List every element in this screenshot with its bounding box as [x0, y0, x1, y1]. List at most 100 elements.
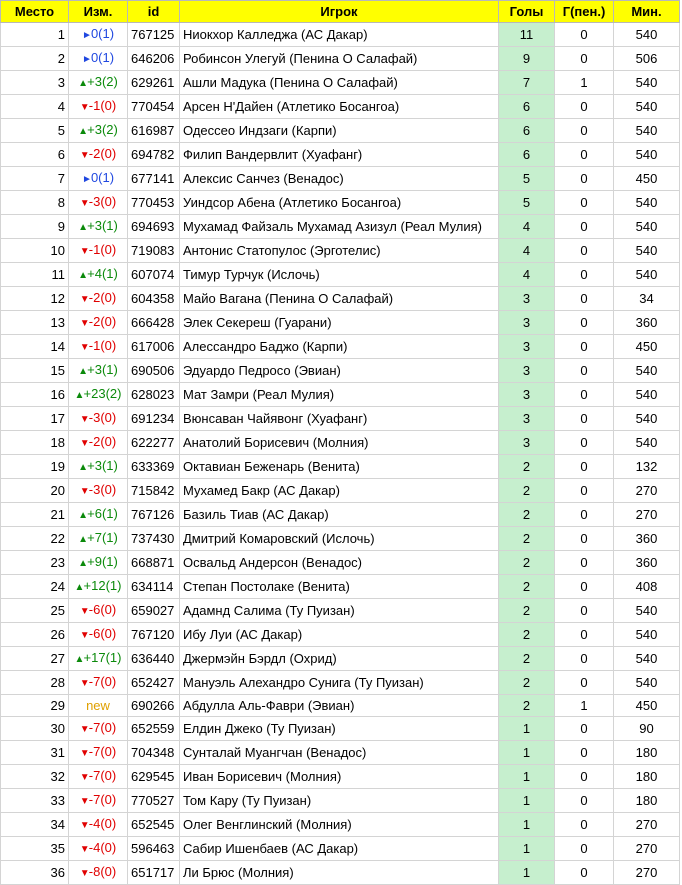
table-row[interactable]: 5 ▲+3(2) 616987 Одессео Индзаги (Карпи) 6 0 54… — [0, 118, 680, 143]
change-cell[interactable]: ▲+12(1) — [68, 574, 128, 599]
id-cell[interactable]: 616987 — [127, 118, 180, 143]
goals-cell[interactable]: 6 — [498, 94, 555, 119]
player-cell[interactable]: Джермэйн Бэрдл (Охрид) — [179, 646, 499, 671]
table-row[interactable]: 10 ▼-1(0) 719083 Антонис Статопулос (Эрготе… — [0, 238, 680, 263]
place-cell[interactable]: 31 — [0, 740, 69, 765]
goals-cell[interactable]: 4 — [498, 214, 555, 239]
goals-cell[interactable]: 2 — [498, 550, 555, 575]
player-cell[interactable]: Ашли Мадука (Пенина О Салафай) — [179, 70, 499, 95]
id-cell[interactable]: 767125 — [127, 22, 180, 47]
minutes-cell[interactable]: 540 — [613, 94, 680, 119]
goals-cell[interactable]: 1 — [498, 788, 555, 813]
id-cell[interactable]: 704348 — [127, 740, 180, 765]
change-cell[interactable]: ▼-7(0) — [68, 670, 128, 695]
table-row[interactable]: 32 ▼-7(0) 629545 Иван Борисевич (Молния) 1 0 1… — [0, 764, 680, 789]
goals-cell[interactable]: 3 — [498, 406, 555, 431]
table-row[interactable]: 3 ▲+3(2) 629261 Ашли Мадука (Пенина О Салаф… — [0, 70, 680, 95]
penalty-goals-cell[interactable]: 0 — [554, 740, 614, 765]
table-row[interactable]: 30 ▼-7(0) 652559 Елдин Джеко (Ту Пуизан) 1 0 9… — [0, 716, 680, 741]
change-cell[interactable]: ▼-2(0) — [68, 286, 128, 311]
place-cell[interactable]: 6 — [0, 142, 69, 167]
minutes-cell[interactable]: 180 — [613, 764, 680, 789]
change-cell[interactable]: ▲+3(1) — [68, 454, 128, 479]
goals-cell[interactable]: 2 — [498, 478, 555, 503]
goals-cell[interactable]: 2 — [498, 574, 555, 599]
place-cell[interactable]: 36 — [0, 860, 69, 885]
change-cell[interactable]: ▲+7(1) — [68, 526, 128, 551]
place-cell[interactable]: 8 — [0, 190, 69, 215]
id-cell[interactable]: 690266 — [127, 694, 180, 717]
penalty-goals-cell[interactable]: 0 — [554, 142, 614, 167]
place-cell[interactable]: 10 — [0, 238, 69, 263]
change-cell[interactable]: ▼-7(0) — [68, 716, 128, 741]
minutes-cell[interactable]: 34 — [613, 286, 680, 311]
minutes-cell[interactable]: 270 — [613, 812, 680, 837]
goals-cell[interactable]: 2 — [498, 622, 555, 647]
penalty-goals-cell[interactable]: 0 — [554, 454, 614, 479]
id-cell[interactable]: 617006 — [127, 334, 180, 359]
place-cell[interactable]: 27 — [0, 646, 69, 671]
penalty-goals-cell[interactable]: 0 — [554, 670, 614, 695]
penalty-goals-cell[interactable]: 0 — [554, 382, 614, 407]
minutes-cell[interactable]: 270 — [613, 502, 680, 527]
goals-cell[interactable]: 1 — [498, 860, 555, 885]
player-cell[interactable]: Ниокхор Калледжа (АС Дакар) — [179, 22, 499, 47]
player-cell[interactable]: Алексис Санчез (Венадос) — [179, 166, 499, 191]
goals-cell[interactable]: 1 — [498, 740, 555, 765]
player-cell[interactable]: Тимур Турчук (Ислочь) — [179, 262, 499, 287]
place-cell[interactable]: 5 — [0, 118, 69, 143]
penalty-goals-cell[interactable]: 0 — [554, 406, 614, 431]
goals-cell[interactable]: 4 — [498, 262, 555, 287]
change-cell[interactable]: ▼-1(0) — [68, 334, 128, 359]
header-pen[interactable]: Г(пен.) — [554, 0, 614, 23]
player-cell[interactable]: Том Кару (Ту Пуизан) — [179, 788, 499, 813]
table-row[interactable]: 15 ▲+3(1) 690506 Эдуардо Педросо (Эвиан) 3 0 5… — [0, 358, 680, 383]
penalty-goals-cell[interactable]: 0 — [554, 788, 614, 813]
place-cell[interactable]: 14 — [0, 334, 69, 359]
player-cell[interactable]: Иван Борисевич (Молния) — [179, 764, 499, 789]
change-cell[interactable]: ▼-2(0) — [68, 142, 128, 167]
change-cell[interactable]: ▼-4(0) — [68, 836, 128, 861]
minutes-cell[interactable]: 540 — [613, 430, 680, 455]
goals-cell[interactable]: 2 — [498, 646, 555, 671]
change-cell[interactable]: ▲+3(2) — [68, 118, 128, 143]
change-cell[interactable]: ▼-7(0) — [68, 788, 128, 813]
minutes-cell[interactable]: 540 — [613, 118, 680, 143]
player-cell[interactable]: Базиль Тиав (АС Дакар) — [179, 502, 499, 527]
goals-cell[interactable]: 5 — [498, 190, 555, 215]
minutes-cell[interactable]: 450 — [613, 694, 680, 717]
penalty-goals-cell[interactable]: 0 — [554, 716, 614, 741]
penalty-goals-cell[interactable]: 0 — [554, 502, 614, 527]
place-cell[interactable]: 13 — [0, 310, 69, 335]
player-cell[interactable]: Алессандро Баджо (Карпи) — [179, 334, 499, 359]
place-cell[interactable]: 11 — [0, 262, 69, 287]
minutes-cell[interactable]: 540 — [613, 406, 680, 431]
id-cell[interactable]: 677141 — [127, 166, 180, 191]
penalty-goals-cell[interactable]: 1 — [554, 694, 614, 717]
minutes-cell[interactable]: 270 — [613, 836, 680, 861]
table-row[interactable]: 8 ▼-3(0) 770453 Уиндсор Абена (Атлетико Бос… — [0, 190, 680, 215]
id-cell[interactable]: 633369 — [127, 454, 180, 479]
id-cell[interactable]: 596463 — [127, 836, 180, 861]
change-cell[interactable]: ►0(1) — [68, 166, 128, 191]
minutes-cell[interactable]: 450 — [613, 166, 680, 191]
goals-cell[interactable]: 5 — [498, 166, 555, 191]
minutes-cell[interactable]: 180 — [613, 740, 680, 765]
place-cell[interactable]: 4 — [0, 94, 69, 119]
penalty-goals-cell[interactable]: 0 — [554, 214, 614, 239]
minutes-cell[interactable]: 450 — [613, 334, 680, 359]
place-cell[interactable]: 25 — [0, 598, 69, 623]
table-row[interactable]: 29 new 690266 Абдулла Аль-Фаври (Эвиан) 2 1 45… — [0, 694, 680, 717]
player-cell[interactable]: Степан Постолаке (Венита) — [179, 574, 499, 599]
player-cell[interactable]: Эдуардо Педросо (Эвиан) — [179, 358, 499, 383]
table-row[interactable]: 4 ▼-1(0) 770454 Арсен Н'Дайен (Атлетико Бос… — [0, 94, 680, 119]
place-cell[interactable]: 23 — [0, 550, 69, 575]
penalty-goals-cell[interactable]: 0 — [554, 22, 614, 47]
id-cell[interactable]: 622277 — [127, 430, 180, 455]
goals-cell[interactable]: 1 — [498, 764, 555, 789]
goals-cell[interactable]: 3 — [498, 286, 555, 311]
table-row[interactable]: 35 ▼-4(0) 596463 Сабир Ишенбаев (АС Дакар) 1… — [0, 836, 680, 861]
minutes-cell[interactable]: 270 — [613, 860, 680, 885]
id-cell[interactable]: 666428 — [127, 310, 180, 335]
id-cell[interactable]: 636440 — [127, 646, 180, 671]
